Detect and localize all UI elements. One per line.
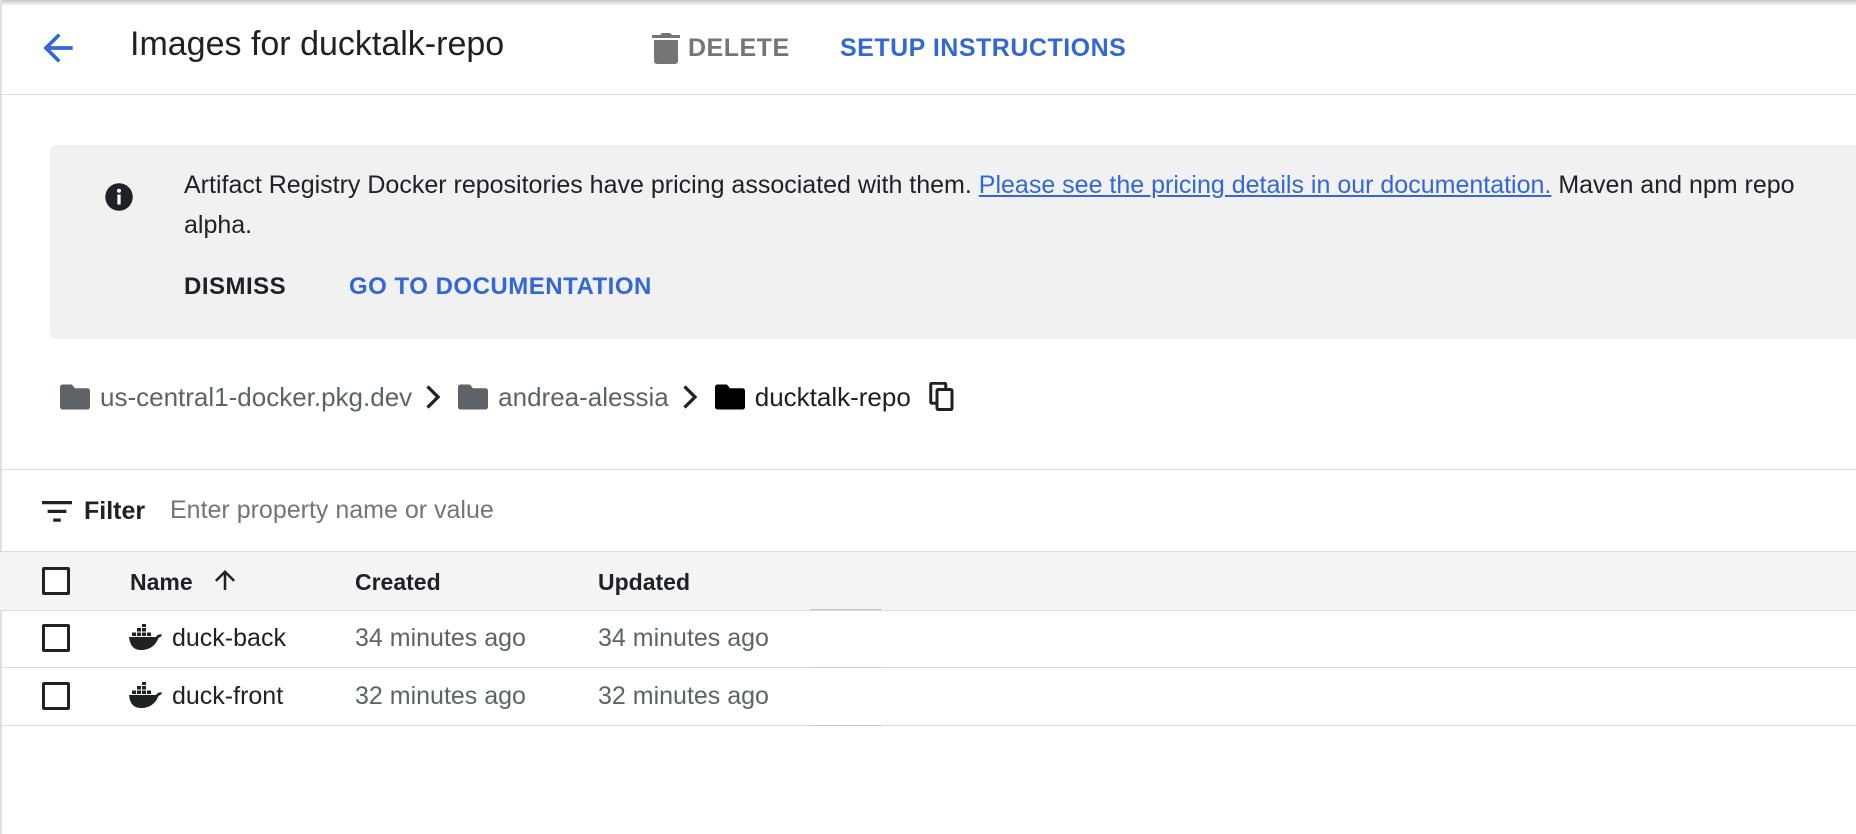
breadcrumb-label: us-central1-docker.pkg.dev <box>100 381 413 412</box>
banner-text-after: Maven and npm repo <box>1558 171 1795 199</box>
delete-label: DELETE <box>688 33 790 62</box>
select-all-checkbox[interactable] <box>42 567 70 595</box>
page-title: Images for ducktalk-repo <box>130 25 505 63</box>
setup-instructions-button[interactable]: SETUP INSTRUCTIONS <box>840 28 1126 68</box>
back-button[interactable] <box>36 26 80 70</box>
filter-bar: Filter <box>0 469 1856 552</box>
breadcrumb-item-project[interactable]: andrea-alessia <box>458 382 669 413</box>
breadcrumb-label: andrea-alessia <box>498 381 669 412</box>
column-updated-header[interactable]: Updated <box>598 569 690 596</box>
chevron-right-icon <box>424 385 441 409</box>
breadcrumb-item-host[interactable]: us-central1-docker.pkg.dev <box>60 382 412 413</box>
docker-icon <box>129 624 162 650</box>
folder-icon <box>60 384 90 410</box>
filter-label: Filter <box>84 497 146 525</box>
pricing-docs-link[interactable]: Please see the pricing details in our do… <box>979 171 1552 199</box>
row-checkbox[interactable] <box>42 624 70 652</box>
chevron-right-icon <box>681 385 697 409</box>
arrow-back-icon <box>43 33 73 63</box>
filter-icon[interactable] <box>42 498 72 524</box>
go-to-documentation-button[interactable]: GO TO DOCUMENTATION <box>349 273 652 301</box>
docker-icon <box>129 682 162 708</box>
arrow-up-icon[interactable] <box>210 565 240 595</box>
column-created-header[interactable]: Created <box>355 569 441 596</box>
table-header: Name Created Updated <box>0 551 1856 611</box>
breadcrumb-label: ducktalk-repo <box>754 381 911 412</box>
divider <box>810 725 882 726</box>
created-cell: 32 minutes ago <box>355 682 526 710</box>
row-checkbox[interactable] <box>42 682 70 710</box>
filter-input[interactable] <box>162 488 1078 532</box>
table-row[interactable]: duck-front 32 minutes ago 32 minutes ago <box>0 668 1856 726</box>
image-name-link[interactable]: duck-front <box>172 682 283 711</box>
dismiss-button[interactable]: DISMISS <box>184 273 286 301</box>
column-name-header[interactable]: Name <box>130 569 193 596</box>
breadcrumb-item-repo: ducktalk-repo <box>714 381 911 413</box>
banner-text-before: Artifact Registry Docker repositories ha… <box>184 171 972 199</box>
info-icon <box>105 183 133 211</box>
updated-cell: 32 minutes ago <box>598 682 769 710</box>
breadcrumb: us-central1-docker.pkg.dev andrea-alessi… <box>60 377 955 417</box>
folder-icon <box>458 384 489 410</box>
folder-icon <box>714 384 745 410</box>
created-cell: 34 minutes ago <box>355 624 526 652</box>
delete-button[interactable]: DELETE <box>652 28 790 68</box>
banner-text-line2: alpha. <box>184 211 253 239</box>
page-header: Images for ducktalk-repo DELETE SETUP IN… <box>0 0 1856 95</box>
trash-icon <box>652 33 680 64</box>
copy-icon[interactable] <box>929 382 955 412</box>
banner-message: Artifact Registry Docker repositories ha… <box>184 165 1856 245</box>
image-name-link[interactable]: duck-back <box>172 624 286 653</box>
updated-cell: 34 minutes ago <box>598 624 769 652</box>
table-row[interactable]: duck-back 34 minutes ago 34 minutes ago <box>0 610 1856 668</box>
pricing-banner: Artifact Registry Docker repositories ha… <box>50 145 1856 339</box>
